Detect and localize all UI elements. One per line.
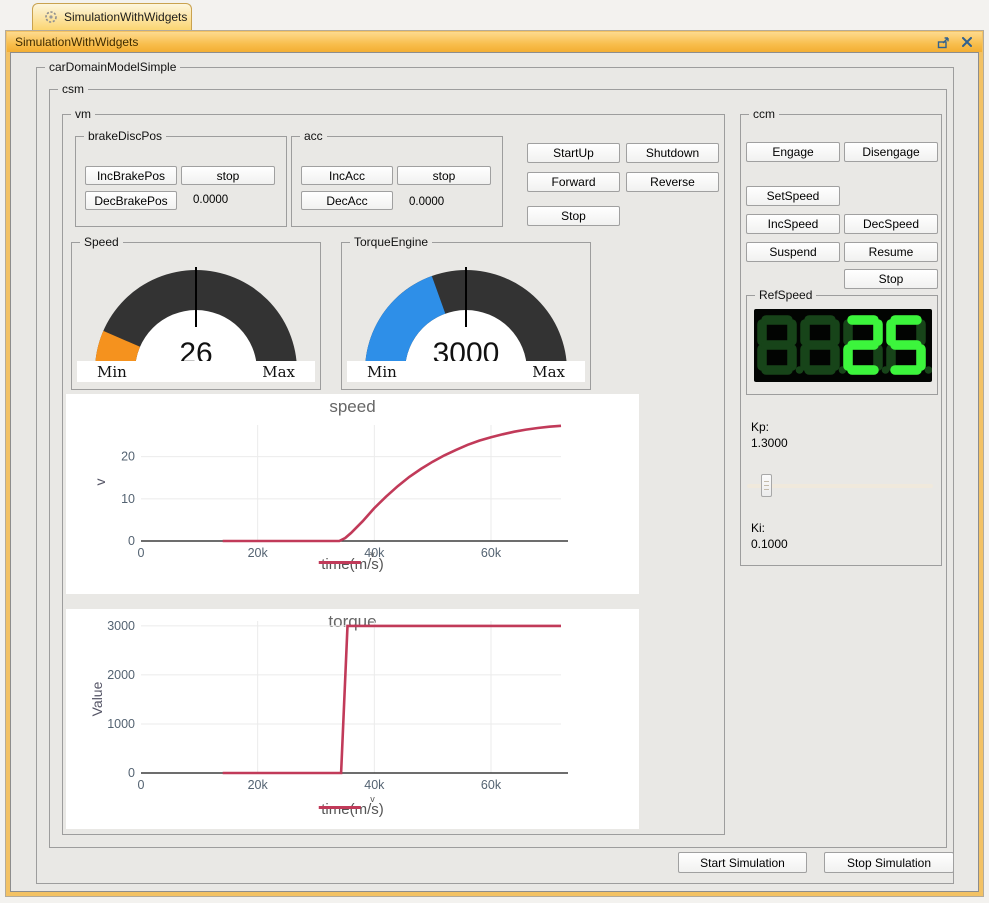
incspeed-button[interactable]: IncSpeed <box>746 214 840 234</box>
vm-stop-button[interactable]: Stop <box>527 206 620 226</box>
gauge-max-label: Max <box>262 363 295 381</box>
close-icon[interactable] <box>960 35 974 49</box>
kp-label: Kp: <box>751 420 769 434</box>
inc-brakepos-button[interactable]: IncBrakePos <box>85 166 177 185</box>
svg-text:20k: 20k <box>248 778 269 792</box>
svg-text:1000: 1000 <box>107 717 135 731</box>
shutdown-button[interactable]: Shutdown <box>626 143 719 163</box>
svg-text:0: 0 <box>138 546 145 560</box>
legend-line-swatch <box>318 806 360 809</box>
speed-chart: speed v 020k40k60k01020 v time(m/s) <box>66 394 639 594</box>
group-label: ccm <box>749 107 779 122</box>
acc-value: 0.0000 <box>409 196 444 208</box>
group-label: vm <box>71 107 95 122</box>
svg-text:2000: 2000 <box>107 668 135 682</box>
suspend-button[interactable]: Suspend <box>746 242 840 262</box>
seven-segment-display <box>754 309 932 382</box>
kp-slider-track[interactable] <box>747 484 933 488</box>
ccm-stop-button[interactable]: Stop <box>844 269 938 289</box>
window-titlebar[interactable]: SimulationWithWidgets <box>7 32 982 52</box>
tab-label: SimulationWithWidgets <box>64 10 187 24</box>
engage-button[interactable]: Engage <box>746 142 840 162</box>
disengage-button[interactable]: Disengage <box>844 142 938 162</box>
start-simulation-button[interactable]: Start Simulation <box>678 852 807 873</box>
inc-acc-button[interactable]: IncAcc <box>301 166 393 185</box>
startup-button[interactable]: StartUp <box>527 143 620 163</box>
acc-stop-button[interactable]: stop <box>397 166 491 185</box>
group-cardomainmodelsimple: carDomainModelSimple csm vm brakeDiscPos… <box>36 67 954 884</box>
ki-value: 0.1000 <box>751 537 788 551</box>
plot-area: 0 20k 40k 60k 0 1000 2000 3000 <box>66 609 639 829</box>
brakepos-value: 0.0000 <box>193 194 228 206</box>
window-content: carDomainModelSimple csm vm brakeDiscPos… <box>10 52 979 892</box>
group-ccm: ccm Engage Disengage SetSpeed IncSpeed D… <box>740 114 942 566</box>
gauge-minmax-strip: Min Max <box>347 361 585 382</box>
group-label: TorqueEngine <box>350 235 432 250</box>
gauge-minmax-strip: Min Max <box>77 361 315 382</box>
legend-label: v <box>370 794 375 804</box>
group-label: csm <box>58 82 88 97</box>
speed-gauge: Speed 26 Min Max <box>71 242 321 390</box>
gauge-max-label: Max <box>532 363 565 381</box>
group-refspeed: RefSpeed <box>746 295 938 395</box>
window-title: SimulationWithWidgets <box>15 35 138 49</box>
gauge-min-label: Min <box>367 363 397 381</box>
float-window-icon[interactable] <box>936 35 950 49</box>
group-label: RefSpeed <box>755 288 816 303</box>
resume-button[interactable]: Resume <box>844 242 938 262</box>
simulation-window: SimulationWithWidgets carDomainModelSimp… <box>5 30 984 897</box>
group-label: carDomainModelSimple <box>45 60 180 75</box>
reverse-button[interactable]: Reverse <box>626 172 719 192</box>
legend-label: v <box>370 549 375 559</box>
group-vm: vm brakeDiscPos IncBrakePos stop DecBrak… <box>62 114 725 835</box>
dec-brakepos-button[interactable]: DecBrakePos <box>85 191 177 210</box>
group-brakediscpos: brakeDiscPos IncBrakePos stop DecBrakePo… <box>75 136 287 227</box>
group-label: Speed <box>80 235 123 250</box>
svg-text:0: 0 <box>128 534 135 548</box>
svg-text:20k: 20k <box>248 546 269 560</box>
decspeed-button[interactable]: DecSpeed <box>844 214 938 234</box>
x-axis-label-group: v time(m/s) <box>321 556 384 574</box>
svg-text:10: 10 <box>121 492 135 506</box>
refspeed-display <box>754 309 932 382</box>
ki-label: Ki: <box>751 521 765 535</box>
kp-value: 1.3000 <box>751 436 788 450</box>
gauge-min-label: Min <box>97 363 127 381</box>
svg-text:60k: 60k <box>481 546 502 560</box>
torque-chart: torque Value 020k40k60k0100020003000 v t… <box>66 609 639 829</box>
svg-text:3000: 3000 <box>107 619 135 633</box>
group-csm: csm vm brakeDiscPos IncBrakePos stop Dec… <box>49 89 947 848</box>
stop-simulation-button[interactable]: Stop Simulation <box>824 852 954 873</box>
setspeed-button[interactable]: SetSpeed <box>746 186 840 206</box>
group-acc: acc IncAcc stop DecAcc 0.0000 <box>291 136 503 227</box>
x-axis-label-group: v time(m/s) <box>321 801 384 819</box>
torque-gauge: TorqueEngine 3000 Min Max <box>341 242 591 390</box>
brake-stop-button[interactable]: stop <box>181 166 275 185</box>
simulation-config-icon <box>44 10 58 24</box>
svg-text:20: 20 <box>121 450 135 464</box>
svg-text:60k: 60k <box>481 778 502 792</box>
forward-button[interactable]: Forward <box>527 172 620 192</box>
svg-text:0: 0 <box>138 778 145 792</box>
legend-line-swatch <box>318 561 360 564</box>
svg-text:40k: 40k <box>364 778 385 792</box>
group-label: brakeDiscPos <box>84 129 166 144</box>
group-label: acc <box>300 129 327 144</box>
dec-acc-button[interactable]: DecAcc <box>301 191 393 210</box>
svg-text:0: 0 <box>128 766 135 780</box>
kp-slider-handle[interactable] <box>761 474 772 497</box>
tab-simulationwithwidgets[interactable]: SimulationWithWidgets <box>32 3 192 30</box>
